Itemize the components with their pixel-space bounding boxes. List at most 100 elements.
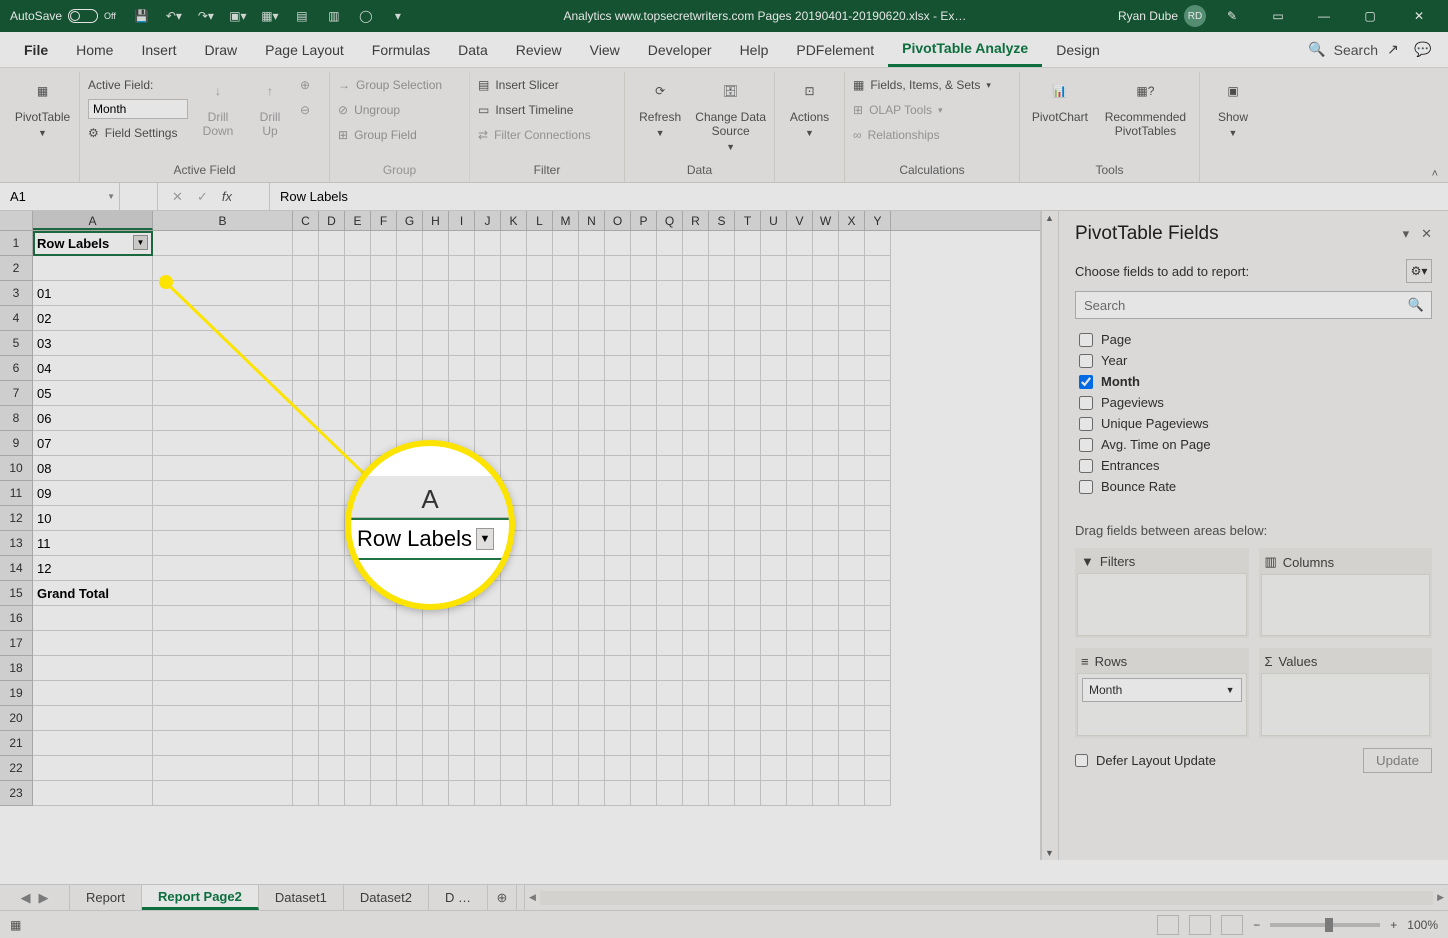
cell-C4[interactable] xyxy=(293,306,319,331)
cell-L14[interactable] xyxy=(527,556,553,581)
cell-D12[interactable] xyxy=(319,506,345,531)
cell-R10[interactable] xyxy=(683,456,709,481)
zoom-in-button[interactable]: + xyxy=(1390,918,1397,932)
cell-C17[interactable] xyxy=(293,631,319,656)
cell-B19[interactable] xyxy=(153,681,293,706)
cell-B6[interactable] xyxy=(153,356,293,381)
cell-V16[interactable] xyxy=(787,606,813,631)
cell-N2[interactable] xyxy=(579,256,605,281)
cell-A14[interactable]: 12 xyxy=(33,556,153,581)
cell-N21[interactable] xyxy=(579,731,605,756)
cell-T11[interactable] xyxy=(735,481,761,506)
cell-A2[interactable] xyxy=(33,256,153,281)
cell-K17[interactable] xyxy=(501,631,527,656)
cell-U7[interactable] xyxy=(761,381,787,406)
cell-Q18[interactable] xyxy=(657,656,683,681)
row-header-7[interactable]: 7 xyxy=(0,381,33,406)
cell-S3[interactable] xyxy=(709,281,735,306)
cell-C10[interactable] xyxy=(293,456,319,481)
cell-Y10[interactable] xyxy=(865,456,891,481)
maximize-button[interactable]: ▢ xyxy=(1350,1,1390,31)
cell-M14[interactable] xyxy=(553,556,579,581)
cell-N8[interactable] xyxy=(579,406,605,431)
tab-draw[interactable]: Draw xyxy=(191,34,252,66)
cell-S16[interactable] xyxy=(709,606,735,631)
cell-D20[interactable] xyxy=(319,706,345,731)
cell-J9[interactable] xyxy=(475,431,501,456)
cell-R21[interactable] xyxy=(683,731,709,756)
defer-update-checkbox[interactable]: Defer Layout Update xyxy=(1075,753,1216,768)
row-header-21[interactable]: 21 xyxy=(0,731,33,756)
cell-P7[interactable] xyxy=(631,381,657,406)
cell-O4[interactable] xyxy=(605,306,631,331)
row-header-11[interactable]: 11 xyxy=(0,481,33,506)
cell-G18[interactable] xyxy=(397,656,423,681)
show-button[interactable]: ▣ Show ▼ xyxy=(1208,72,1258,138)
cell-Y5[interactable] xyxy=(865,331,891,356)
autosave-toggle[interactable]: AutoSave Off xyxy=(6,9,124,23)
cell-D11[interactable] xyxy=(319,481,345,506)
cell-P15[interactable] xyxy=(631,581,657,606)
tab-pivottable-analyze[interactable]: PivotTable Analyze xyxy=(888,32,1042,67)
cell-O7[interactable] xyxy=(605,381,631,406)
cell-M21[interactable] xyxy=(553,731,579,756)
cell-F22[interactable] xyxy=(371,756,397,781)
cell-G4[interactable] xyxy=(397,306,423,331)
cell-S4[interactable] xyxy=(709,306,735,331)
cell-T1[interactable] xyxy=(735,231,761,256)
cell-L6[interactable] xyxy=(527,356,553,381)
cell-W20[interactable] xyxy=(813,706,839,731)
cell-J16[interactable] xyxy=(475,606,501,631)
cell-X20[interactable] xyxy=(839,706,865,731)
cell-G8[interactable] xyxy=(397,406,423,431)
cell-T9[interactable] xyxy=(735,431,761,456)
col-header-G[interactable]: G xyxy=(397,211,423,230)
cell-E3[interactable] xyxy=(345,281,371,306)
cell-X23[interactable] xyxy=(839,781,865,806)
cell-N11[interactable] xyxy=(579,481,605,506)
cell-E20[interactable] xyxy=(345,706,371,731)
cell-Q1[interactable] xyxy=(657,231,683,256)
cell-U12[interactable] xyxy=(761,506,787,531)
close-button[interactable]: ✕ xyxy=(1396,1,1442,31)
cell-N16[interactable] xyxy=(579,606,605,631)
cell-M7[interactable] xyxy=(553,381,579,406)
fields-layout-gear-icon[interactable]: ⚙▾ xyxy=(1406,259,1432,283)
cell-K19[interactable] xyxy=(501,681,527,706)
cell-M4[interactable] xyxy=(553,306,579,331)
cell-A13[interactable]: 11 xyxy=(33,531,153,556)
tab-formulas[interactable]: Formulas xyxy=(358,34,444,66)
cell-R4[interactable] xyxy=(683,306,709,331)
area-columns[interactable]: ▥Columns xyxy=(1259,548,1433,638)
cell-A16[interactable] xyxy=(33,606,153,631)
cell-C9[interactable] xyxy=(293,431,319,456)
cell-D13[interactable] xyxy=(319,531,345,556)
cell-N7[interactable] xyxy=(579,381,605,406)
cell-R9[interactable] xyxy=(683,431,709,456)
cell-H3[interactable] xyxy=(423,281,449,306)
cell-X17[interactable] xyxy=(839,631,865,656)
cell-Q13[interactable] xyxy=(657,531,683,556)
cell-E1[interactable] xyxy=(345,231,371,256)
cell-I19[interactable] xyxy=(449,681,475,706)
cell-R19[interactable] xyxy=(683,681,709,706)
cell-K21[interactable] xyxy=(501,731,527,756)
cell-J6[interactable] xyxy=(475,356,501,381)
cell-H1[interactable] xyxy=(423,231,449,256)
field-checkbox[interactable] xyxy=(1079,480,1093,494)
cell-O22[interactable] xyxy=(605,756,631,781)
cell-P17[interactable] xyxy=(631,631,657,656)
field-checkbox[interactable] xyxy=(1079,354,1093,368)
cell-M13[interactable] xyxy=(553,531,579,556)
cell-O23[interactable] xyxy=(605,781,631,806)
cell-F16[interactable] xyxy=(371,606,397,631)
cell-B16[interactable] xyxy=(153,606,293,631)
cell-T8[interactable] xyxy=(735,406,761,431)
cell-M11[interactable] xyxy=(553,481,579,506)
cell-B1[interactable] xyxy=(153,231,293,256)
fields-search-input[interactable] xyxy=(1075,291,1432,319)
cell-V23[interactable] xyxy=(787,781,813,806)
cell-L2[interactable] xyxy=(527,256,553,281)
col-header-A[interactable]: A xyxy=(33,211,153,230)
field-checkbox[interactable] xyxy=(1079,438,1093,452)
